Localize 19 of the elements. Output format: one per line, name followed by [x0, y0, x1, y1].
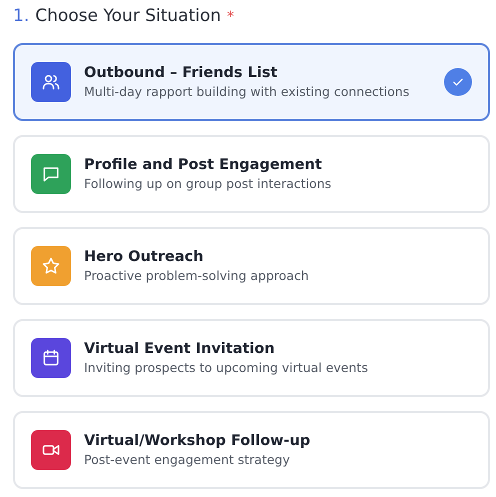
- option-card[interactable]: Profile and Post Engagement Following up on group post interactions: [13, 135, 490, 213]
- option-description: Following up on group post interactions: [84, 176, 332, 191]
- option-card[interactable]: Virtual/Workshop Follow-up Post-event engagement strategy: [13, 411, 490, 489]
- section-title: Choose Your Situation: [35, 6, 222, 26]
- option-title: Outbound – Friends List: [84, 65, 278, 81]
- option-title: Profile and Post Engagement: [84, 157, 323, 173]
- option-title: Virtual Event Invitation: [84, 341, 276, 357]
- option-card[interactable]: Outbound – Friends List Multi-day rapport building with existing connections: [13, 43, 490, 121]
- step-number: 1.: [13, 6, 30, 26]
- required-mark: *: [227, 9, 234, 25]
- option-description: Post-event engagement strategy: [84, 452, 291, 467]
- option-description: Multi-day rapport building with existing connections: [84, 84, 410, 99]
- check-icon: [444, 68, 472, 96]
- option-card[interactable]: Hero Outreach Proactive problem-solving approach: [13, 227, 490, 305]
- option-title: Virtual/Workshop Follow-up: [84, 433, 312, 449]
- option-description: Proactive problem-solving approach: [84, 268, 310, 283]
- option-title: Hero Outreach: [84, 249, 204, 265]
- option-card[interactable]: Virtual Event Invitation Inviting prospects to upcoming virtual events: [13, 319, 490, 397]
- option-description: Inviting prospects to upcoming virtual events: [84, 360, 369, 375]
